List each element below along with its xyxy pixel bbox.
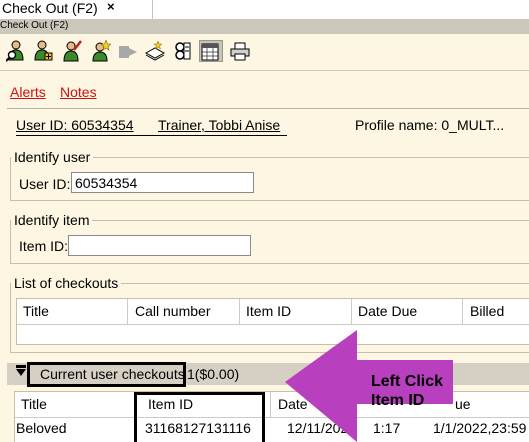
notes-link[interactable]: Notes xyxy=(60,84,97,100)
column-separator[interactable] xyxy=(462,299,463,324)
callout-text: Left Click Item ID xyxy=(371,373,444,409)
toolbar-divider xyxy=(0,70,529,71)
print-icon[interactable] xyxy=(230,40,250,62)
column-header-call-number[interactable]: Call number xyxy=(129,299,216,324)
user-id-input[interactable] xyxy=(71,172,254,193)
patron-name: Trainer, Tobbi Anise xyxy=(158,117,281,133)
tab-strip: Check Out (F2) × xyxy=(0,0,529,19)
column-header-title[interactable]: Title xyxy=(15,392,53,417)
window-titlebar: Check Out (F2) xyxy=(0,19,529,34)
column-header-billed[interactable]: Billed xyxy=(464,299,510,324)
highlight-box-section xyxy=(27,362,186,387)
tab-check-out[interactable]: Check Out (F2) × xyxy=(0,0,153,19)
close-icon[interactable]: × xyxy=(107,0,115,14)
identify-user-legend: Identify user xyxy=(14,149,91,165)
column-header-title[interactable]: Title xyxy=(17,299,55,324)
identify-item-legend: Identify item xyxy=(14,212,90,228)
list-of-checkouts-legend: List of checkouts xyxy=(14,275,119,291)
header-divider xyxy=(17,324,529,325)
item-id-input[interactable] xyxy=(68,235,251,256)
alerts-link[interactable]: Alerts xyxy=(10,84,46,100)
window-title: Check Out (F2) xyxy=(0,20,69,31)
patron-underline xyxy=(16,135,287,136)
highlight-box-item-id xyxy=(134,392,265,442)
patron-profile: Profile name: 0_MULT... xyxy=(355,117,505,133)
patron-user-id: User ID: 60534354 xyxy=(16,117,134,133)
user-id-label: User ID: xyxy=(19,176,71,192)
column-header-item-id[interactable]: Item ID xyxy=(240,299,297,324)
links-divider xyxy=(7,108,529,109)
item-search-icon[interactable] xyxy=(144,40,166,62)
column-separator[interactable] xyxy=(270,392,271,417)
disabled-transfer-icon xyxy=(118,40,138,62)
patron-edit-icon[interactable] xyxy=(62,40,82,62)
column-header-date-due[interactable]: Date Due xyxy=(352,299,423,324)
chevron-down-icon[interactable] xyxy=(16,369,26,376)
patron-search-icon[interactable] xyxy=(5,40,26,62)
tab-label: Check Out (F2) xyxy=(2,0,98,16)
item-id-label: Item ID: xyxy=(19,238,69,254)
receipt-icon[interactable] xyxy=(172,40,192,62)
patron-star-icon[interactable] xyxy=(91,39,112,62)
new-patron-icon[interactable] xyxy=(33,40,53,62)
cell-title[interactable]: Beloved xyxy=(16,420,67,436)
current-checkouts-summary: 1($0.00) xyxy=(187,366,240,382)
toolbar xyxy=(0,34,529,70)
column-separator[interactable] xyxy=(127,299,128,324)
calendar-icon[interactable] xyxy=(199,40,223,62)
